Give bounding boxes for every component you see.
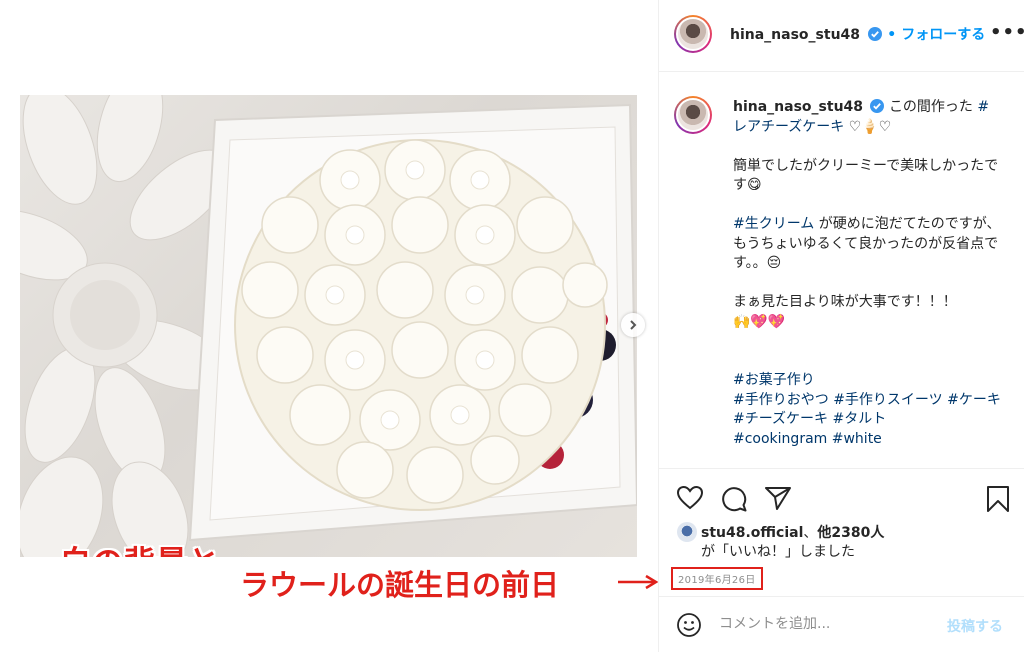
author-username[interactable]: hina_naso_stu48 (730, 27, 860, 43)
likes-separator: 、 (803, 525, 818, 541)
post-media: 白の背景と 真っ白なケーキ ラウールの誕生日の前日 (0, 0, 659, 652)
comment-bar: 投稿する (659, 596, 1024, 653)
hashtag-link[interactable]: #cookingram (733, 431, 827, 447)
hashtag-link[interactable]: #チーズケーキ (733, 411, 828, 427)
bookmark-icon[interactable] (987, 486, 1009, 512)
caption-line: この間作った (888, 99, 973, 115)
post-comment-button[interactable]: 投稿する (947, 616, 1003, 636)
hashtag-link[interactable]: #手作りスイーツ (833, 392, 942, 408)
hashtag-link[interactable]: #タルト (832, 411, 886, 427)
action-bar (659, 468, 1024, 529)
caption-line: まぁ見た目より味が大事です！！！ (733, 294, 957, 310)
likes-summary: stu48.official、他2380人 が「いいね！」しました (677, 522, 1017, 562)
likes-count[interactable]: 他2380人 (817, 525, 884, 541)
liker-avatar[interactable] (677, 522, 697, 542)
caption-text: hina_naso_stu48 この間作った #レアチーズケーキ ♡🍦♡ 簡単で… (733, 98, 1003, 449)
verified-icon (870, 99, 885, 113)
hashtag-link[interactable]: #生クリーム (733, 216, 814, 232)
post-header: hina_naso_stu48 • フォローする ••• (659, 0, 1024, 72)
annotation-arrow-icon (618, 574, 659, 590)
liker-username[interactable]: stu48.official (701, 525, 803, 541)
verified-icon (868, 27, 883, 41)
carousel-next-button[interactable] (621, 313, 645, 337)
cake-photo-illustration (20, 95, 637, 557)
annotation-note: ラウールの誕生日の前日 (240, 568, 560, 602)
caption-avatar[interactable] (674, 96, 712, 134)
post-photo[interactable]: 白の背景と 真っ白なケーキ (20, 95, 637, 557)
author-avatar[interactable] (674, 15, 712, 53)
caption-username[interactable]: hina_naso_stu48 (733, 99, 863, 115)
post-date[interactable]: 2019年6月26日 (671, 567, 763, 590)
hashtag-list: #お菓子作り #手作りおやつ #手作りスイーツ #ケーキ #チーズケーキ #タル… (733, 371, 1003, 449)
chevron-right-icon (630, 320, 637, 330)
heart-icon[interactable] (677, 486, 703, 510)
caption-line: 簡単でしたがクリーミーで美味しかったです😋 (733, 157, 999, 194)
more-options-button[interactable]: ••• (990, 22, 1024, 43)
caption-emoji: 🙌💖💖 (733, 313, 786, 330)
photo-caption: 白の背景と 真っ白なケーキ (60, 543, 284, 557)
likes-suffix: が「いいね！」しました (701, 544, 855, 560)
hashtag-link[interactable]: #ケーキ (947, 392, 1001, 408)
hashtag-link[interactable]: #お菓子作り (733, 372, 815, 388)
hashtag-link[interactable]: #手作りおやつ (733, 392, 829, 408)
comment-input[interactable] (717, 615, 921, 633)
caption-line: ♡🍦♡ (848, 118, 892, 135)
follow-button[interactable]: フォローする (901, 27, 985, 43)
emoji-icon[interactable] (677, 613, 701, 637)
share-icon[interactable] (765, 486, 791, 510)
comment-icon[interactable] (721, 486, 747, 512)
caption-area: hina_naso_stu48 この間作った #レアチーズケーキ ♡🍦♡ 簡単で… (659, 72, 1024, 464)
post-side-panel: hina_naso_stu48 • フォローする ••• hina_naso_s… (658, 0, 1024, 652)
hashtag-link[interactable]: #white (832, 431, 882, 447)
follow-separator: • (887, 27, 897, 43)
